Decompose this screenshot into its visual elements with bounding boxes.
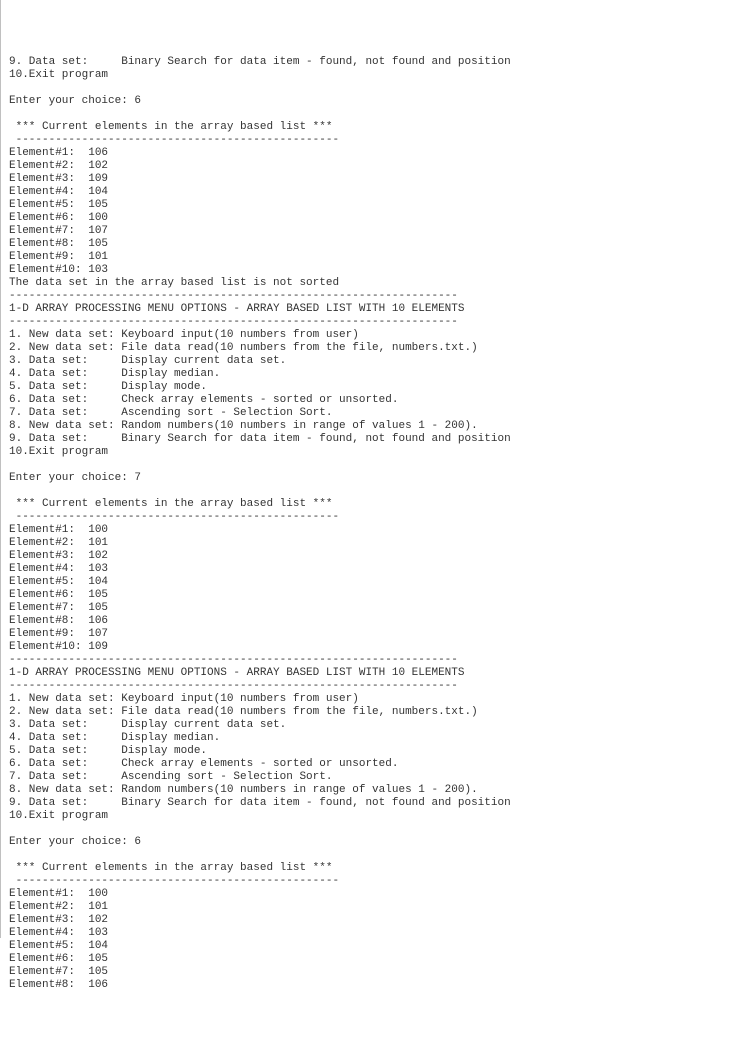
terminal-line: Element#6: 100 [9, 212, 723, 225]
terminal-line [9, 849, 723, 862]
terminal-line: ----------------------------------------… [9, 290, 723, 303]
terminal-line: Element#7: 105 [9, 966, 723, 979]
terminal-output: 9. Data set: Binary Search for data item… [9, 56, 723, 992]
terminal-line: Element#2: 102 [9, 160, 723, 173]
terminal-line: Enter your choice: 7 [9, 472, 723, 485]
terminal-line: 10.Exit program [9, 446, 723, 459]
terminal-line: 6. Data set: Check array elements - sort… [9, 758, 723, 771]
terminal-line: 10.Exit program [9, 810, 723, 823]
terminal-line: Element#7: 107 [9, 225, 723, 238]
terminal-line: 6. Data set: Check array elements - sort… [9, 394, 723, 407]
terminal-line: 10.Exit program [9, 69, 723, 82]
terminal-line: 2. New data set: File data read(10 numbe… [9, 706, 723, 719]
terminal-line: Element#4: 104 [9, 186, 723, 199]
terminal-line: 9. Data set: Binary Search for data item… [9, 797, 723, 810]
terminal-line: Element#2: 101 [9, 901, 723, 914]
terminal-line: 3. Data set: Display current data set. [9, 719, 723, 732]
terminal-line: Element#8: 105 [9, 238, 723, 251]
terminal-line: ----------------------------------------… [9, 316, 723, 329]
terminal-line: Element#4: 103 [9, 927, 723, 940]
terminal-line: 8. New data set: Random numbers(10 numbe… [9, 784, 723, 797]
terminal-line: ----------------------------------------… [9, 680, 723, 693]
terminal-line: Element#3: 109 [9, 173, 723, 186]
terminal-line: *** Current elements in the array based … [9, 498, 723, 511]
terminal-line: Element#2: 101 [9, 537, 723, 550]
terminal-line: Element#10: 103 [9, 264, 723, 277]
terminal-line: *** Current elements in the array based … [9, 862, 723, 875]
terminal-line: 8. New data set: Random numbers(10 numbe… [9, 420, 723, 433]
terminal-line: 1. New data set: Keyboard input(10 numbe… [9, 329, 723, 342]
terminal-line: 9. Data set: Binary Search for data item… [9, 433, 723, 446]
terminal-line: Element#1: 100 [9, 524, 723, 537]
terminal-line [9, 485, 723, 498]
terminal-line: Element#8: 106 [9, 615, 723, 628]
terminal-line: Element#9: 107 [9, 628, 723, 641]
terminal-line [9, 108, 723, 121]
terminal-line: 1. New data set: Keyboard input(10 numbe… [9, 693, 723, 706]
terminal-line: Element#6: 105 [9, 589, 723, 602]
terminal-line: Element#10: 109 [9, 641, 723, 654]
terminal-line: Element#9: 101 [9, 251, 723, 264]
terminal-line: *** Current elements in the array based … [9, 121, 723, 134]
terminal-line: Element#6: 105 [9, 953, 723, 966]
terminal-line: 7. Data set: Ascending sort - Selection … [9, 771, 723, 784]
terminal-line: Element#5: 104 [9, 940, 723, 953]
terminal-line: ----------------------------------------… [9, 875, 723, 888]
terminal-line [9, 823, 723, 836]
terminal-line: Enter your choice: 6 [9, 95, 723, 108]
terminal-line: Element#5: 104 [9, 576, 723, 589]
terminal-line: Element#3: 102 [9, 550, 723, 563]
terminal-line [9, 82, 723, 95]
terminal-line: Element#1: 106 [9, 147, 723, 160]
terminal-line: Element#1: 100 [9, 888, 723, 901]
terminal-line: Enter your choice: 6 [9, 836, 723, 849]
terminal-line: 7. Data set: Ascending sort - Selection … [9, 407, 723, 420]
terminal-line: ----------------------------------------… [9, 511, 723, 524]
terminal-line: 2. New data set: File data read(10 numbe… [9, 342, 723, 355]
terminal-line: 9. Data set: Binary Search for data item… [9, 56, 723, 69]
terminal-line: 3. Data set: Display current data set. [9, 355, 723, 368]
terminal-line: Element#7: 105 [9, 602, 723, 615]
terminal-line: Element#8: 106 [9, 979, 723, 992]
terminal-line: 4. Data set: Display median. [9, 732, 723, 745]
terminal-line: 1-D ARRAY PROCESSING MENU OPTIONS - ARRA… [9, 303, 723, 316]
terminal-line: ----------------------------------------… [9, 654, 723, 667]
terminal-line: Element#4: 103 [9, 563, 723, 576]
terminal-line: 5. Data set: Display mode. [9, 745, 723, 758]
terminal-line: The data set in the array based list is … [9, 277, 723, 290]
terminal-line [9, 459, 723, 472]
terminal-line: 4. Data set: Display median. [9, 368, 723, 381]
terminal-line: ----------------------------------------… [9, 134, 723, 147]
terminal-line: 1-D ARRAY PROCESSING MENU OPTIONS - ARRA… [9, 667, 723, 680]
terminal-line: Element#3: 102 [9, 914, 723, 927]
terminal-line: 5. Data set: Display mode. [9, 381, 723, 394]
terminal-line: Element#5: 105 [9, 199, 723, 212]
